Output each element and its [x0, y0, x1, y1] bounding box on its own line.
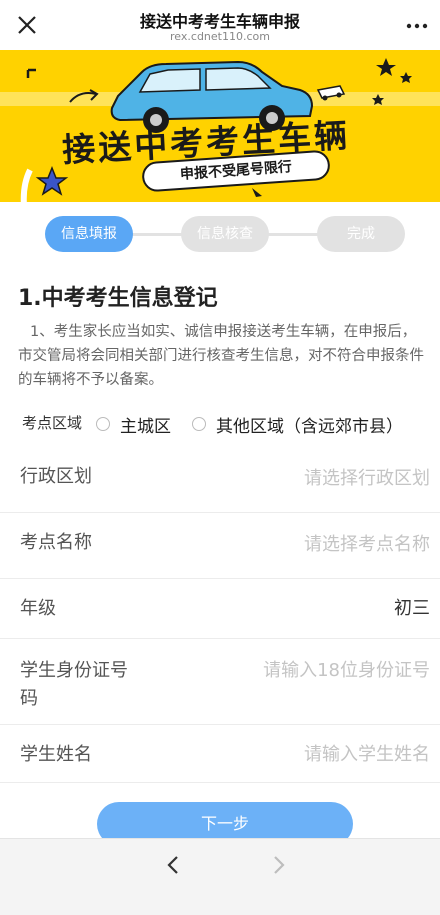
grade-field[interactable]: 年级 初三 — [0, 580, 440, 638]
star-icon — [35, 165, 69, 196]
divider — [0, 782, 440, 783]
divider — [0, 578, 440, 579]
grade-label: 年级 — [20, 598, 56, 619]
divider — [0, 638, 440, 639]
page-url: rex.cdnet110.com — [170, 30, 270, 43]
divider — [0, 512, 440, 513]
more-icon[interactable] — [404, 12, 430, 38]
section-title: 1.中考考生信息登记 — [18, 286, 218, 311]
browser-nav-bar — [0, 838, 440, 915]
region-selector: 考点区域 主城区 其他区域（含远郊市县） — [22, 412, 432, 437]
divider — [0, 724, 440, 725]
title-bar: 接送中考考生车辆申报 rex.cdnet110.com — [0, 0, 440, 50]
chevron-left-icon[interactable] — [162, 853, 186, 877]
step-connector — [266, 233, 320, 236]
step-connector — [130, 233, 184, 236]
district-field[interactable]: 行政区划 请选择行政区划 — [0, 450, 440, 510]
chevron-right-icon[interactable] — [266, 853, 290, 877]
district-label: 行政区划 — [20, 466, 92, 487]
student-name-field[interactable]: 学生姓名 请输入学生姓名 — [0, 726, 440, 784]
form-area: 信息填报 信息核查 完成 1.中考考生信息登记 1、考生家长应当如实、诚信申报接… — [0, 202, 440, 846]
student-name-label: 学生姓名 — [20, 744, 92, 765]
id-number-field[interactable]: 学生身份证号 码 请输入18位身份证号 — [0, 640, 440, 724]
student-name-input[interactable]: 请输入学生姓名 — [304, 740, 430, 766]
radio-other-region[interactable] — [192, 417, 206, 431]
id-number-label-line2: 码 — [20, 688, 38, 709]
step-complete: 完成 — [317, 216, 405, 252]
notice-text: 1、考生家长应当如实、诚信申报接送考生车辆，在申报后，市交管局将会同相关部门进行… — [18, 324, 424, 388]
radio-other-region-label[interactable]: 其他区域（含远郊市县） — [216, 412, 403, 437]
region-label: 考点区域 — [22, 414, 83, 432]
progress-steps: 信息填报 信息核查 完成 — [0, 216, 440, 252]
page-title: 接送中考考生车辆申报 — [139, 12, 300, 31]
step-info-fill: 信息填报 — [45, 216, 133, 252]
exam-site-select[interactable]: 请选择考点名称 — [304, 530, 430, 556]
radio-main-city-label[interactable]: 主城区 — [120, 412, 171, 437]
district-select[interactable]: 请选择行政区划 — [304, 464, 430, 490]
id-number-label-line1: 学生身份证号 — [20, 660, 128, 681]
grade-value[interactable]: 初三 — [394, 594, 430, 620]
id-number-input[interactable]: 请输入18位身份证号 — [263, 656, 430, 682]
exam-site-field[interactable]: 考点名称 请选择考点名称 — [0, 514, 440, 578]
exam-site-label: 考点名称 — [20, 532, 92, 553]
banner: 接送中考考生车辆 申报不受尾号限行 — [0, 50, 440, 202]
radio-main-city[interactable] — [96, 417, 110, 431]
step-info-check: 信息核查 — [181, 216, 269, 252]
